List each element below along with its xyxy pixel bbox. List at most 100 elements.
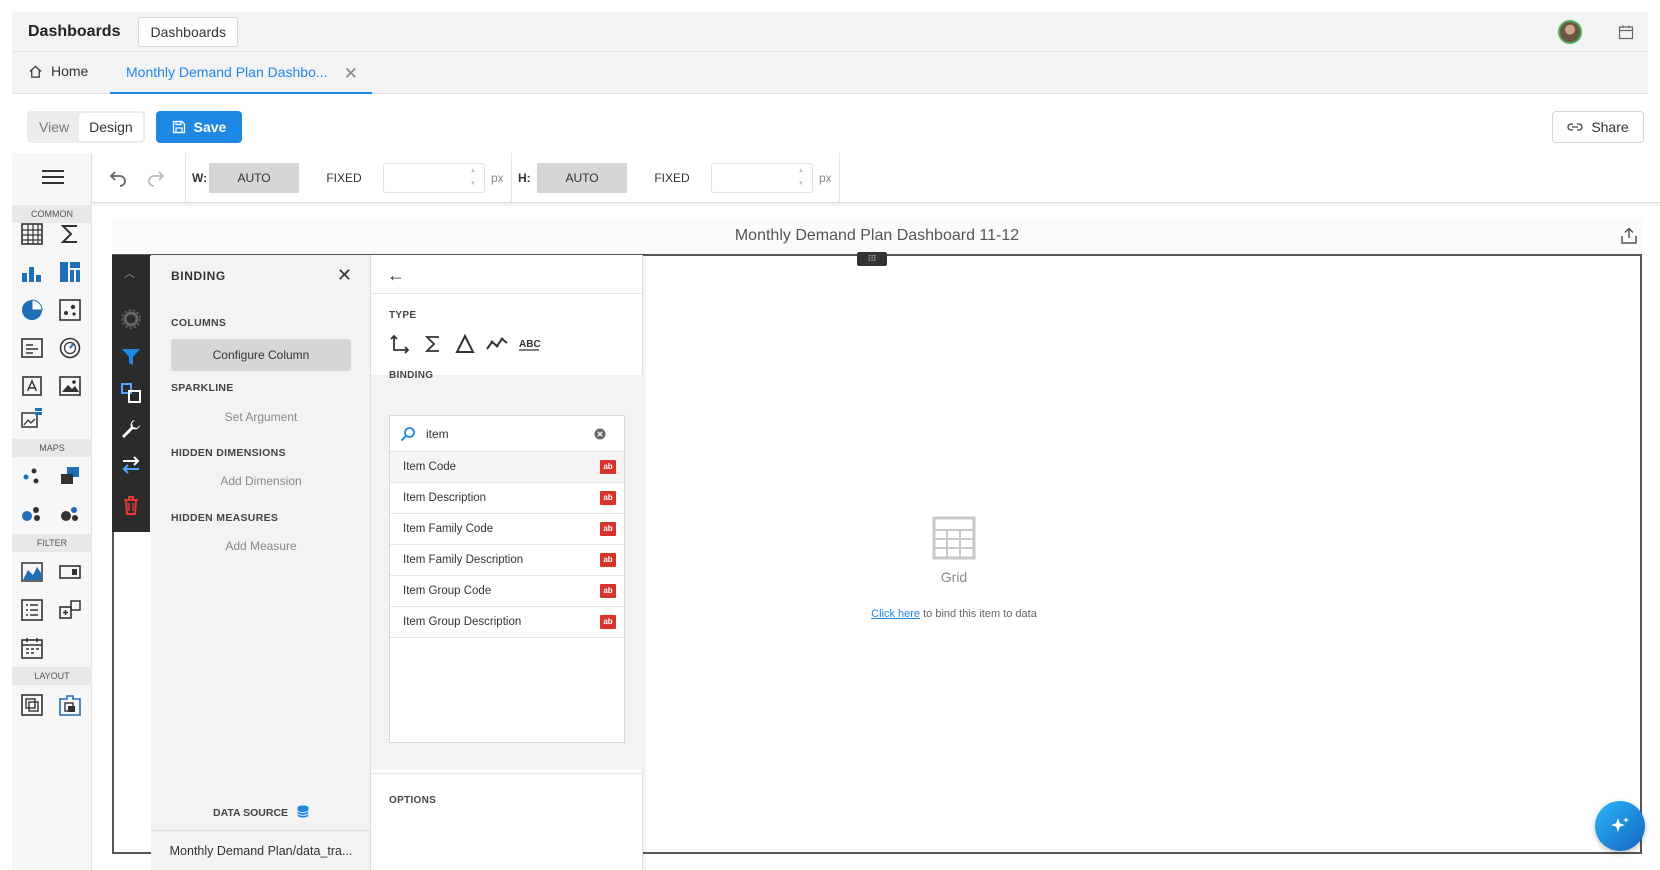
data-source-label-text: DATA SOURCE	[213, 807, 289, 819]
dashboards-button[interactable]: Dashboards	[138, 16, 238, 47]
export-icon[interactable]	[1620, 227, 1638, 245]
clear-search-icon[interactable]	[594, 428, 606, 440]
sparkle-icon	[1611, 817, 1629, 832]
hidden-measures-label: HIDDEN MEASURES	[171, 512, 279, 524]
data-source-value[interactable]: Monthly Demand Plan/data_tra...	[151, 830, 371, 870]
width-auto-button[interactable]: AUTO	[209, 163, 299, 193]
tab-home[interactable]: Home	[28, 63, 88, 79]
back-arrow-icon[interactable]: ←	[387, 265, 405, 286]
sparkline-type-icon[interactable]	[486, 333, 508, 355]
height-unit: px	[819, 171, 832, 185]
tab-container-icon[interactable]	[59, 694, 81, 716]
width-unit: px	[491, 171, 504, 185]
configure-column-button[interactable]: Configure Column	[171, 339, 351, 371]
scatter-chart-icon[interactable]	[59, 299, 81, 321]
field-search-input[interactable]: item	[390, 416, 624, 452]
options-section-label: OPTIONS	[389, 795, 437, 806]
choropleth-map-icon[interactable]	[59, 465, 81, 487]
string-type-icon: ab	[600, 491, 616, 505]
mode-toggle: View Design	[27, 111, 145, 143]
view-mode-button[interactable]: View	[29, 113, 79, 141]
avatar[interactable]	[1558, 20, 1582, 44]
dimension-type-icon[interactable]	[389, 333, 411, 355]
close-icon[interactable]: ✕	[337, 265, 352, 286]
menu-icon[interactable]	[42, 169, 64, 185]
spin-down-icon[interactable]: ▼	[470, 181, 476, 187]
convert-icon[interactable]	[121, 383, 141, 403]
height-value-input[interactable]: ▲ ▼	[711, 163, 813, 193]
height-auto-button[interactable]: AUTO	[537, 163, 627, 193]
set-argument-button[interactable]: Set Argument	[171, 401, 351, 433]
range-filter-icon[interactable]	[21, 561, 43, 583]
field-item[interactable]: Item Group Code ab	[390, 576, 624, 607]
field-item[interactable]: Item Family Code ab	[390, 514, 624, 545]
tree-view-icon[interactable]	[59, 599, 81, 621]
save-label: Save	[193, 119, 227, 135]
spin-up-icon[interactable]: ▲	[798, 168, 804, 174]
bound-image-icon[interactable]	[21, 407, 43, 429]
combo-box-icon[interactable]	[59, 561, 81, 583]
width-fixed-button[interactable]: FIXED	[299, 163, 389, 193]
pie-map-icon[interactable]	[59, 503, 81, 525]
delta-type-icon[interactable]	[454, 333, 476, 355]
chevron-up-icon[interactable]: ︿	[124, 265, 135, 281]
string-type-icon: ab	[600, 584, 616, 598]
add-measure-button[interactable]: Add Measure	[171, 530, 351, 562]
redo-icon[interactable]	[147, 169, 165, 187]
click-here-link[interactable]: Click here	[871, 608, 920, 620]
text-type-icon[interactable]: ABC	[519, 333, 541, 355]
date-filter-icon[interactable]	[21, 637, 43, 659]
geo-point-map-icon[interactable]	[21, 465, 43, 487]
sigma-card-icon[interactable]	[59, 223, 81, 245]
swap-icon[interactable]	[121, 455, 141, 475]
close-tab-icon[interactable]: ✕	[344, 64, 358, 84]
tab-monthly-demand-plan[interactable]: Monthly Demand Plan Dashbo... ✕	[110, 52, 372, 94]
trash-icon[interactable]	[121, 495, 141, 515]
item-toolbox: COMMON MAPS FILTER LAYOUT	[12, 153, 92, 870]
grid-item-icon[interactable]	[21, 223, 43, 245]
drag-handle-icon[interactable]: ⁝⁝⁝	[857, 252, 887, 266]
tab-bar: Home Monthly Demand Plan Dashbo... ✕	[12, 52, 1648, 94]
cards-icon[interactable]	[21, 337, 43, 359]
undo-icon[interactable]	[109, 169, 127, 187]
share-label: Share	[1591, 119, 1629, 135]
binding-panel-title: BINDING	[171, 269, 226, 283]
binding-panel: BINDING ✕ COLUMNS Configure Column SPARK…	[151, 255, 371, 870]
field-item[interactable]: Item Family Description ab	[390, 545, 624, 576]
gauge-icon[interactable]	[59, 337, 81, 359]
pie-chart-icon[interactable]	[21, 299, 43, 321]
string-type-icon: ab	[600, 522, 616, 536]
add-dimension-button[interactable]: Add Dimension	[171, 465, 351, 497]
list-box-icon[interactable]	[21, 599, 43, 621]
wrench-icon[interactable]	[121, 419, 141, 439]
save-button[interactable]: Save	[156, 111, 242, 143]
treemap-icon[interactable]	[59, 261, 81, 283]
field-name: Item Group Description	[403, 616, 522, 628]
design-mode-button[interactable]: Design	[79, 113, 143, 141]
field-item[interactable]: Item Code ab	[390, 452, 624, 483]
ai-assistant-button[interactable]	[1595, 801, 1645, 851]
measure-type-icon[interactable]	[422, 333, 444, 355]
bar-chart-icon[interactable]	[21, 261, 43, 283]
image-icon[interactable]	[59, 375, 81, 397]
dashboard-title[interactable]: Monthly Demand Plan Dashboard 11-12	[112, 218, 1642, 254]
gear-icon[interactable]	[121, 309, 141, 329]
toolbar-divider	[511, 153, 512, 203]
toolbox-section-filter: FILTER	[12, 534, 92, 552]
design-toolbar: W: AUTO FIXED ▲ ▼ px H: AUTO FIXED ▲ ▼ p…	[93, 153, 1660, 203]
group-icon[interactable]	[21, 694, 43, 716]
panel-divider	[371, 293, 643, 294]
filter-icon[interactable]	[121, 347, 141, 367]
spin-down-icon[interactable]: ▼	[798, 181, 804, 187]
share-button[interactable]: Share	[1552, 111, 1644, 143]
field-item[interactable]: Item Description ab	[390, 483, 624, 514]
text-box-icon[interactable]	[21, 375, 43, 397]
height-fixed-button[interactable]: FIXED	[627, 163, 717, 193]
bubble-map-icon[interactable]	[21, 503, 43, 525]
calendar-icon[interactable]	[1618, 24, 1634, 40]
spin-up-icon[interactable]: ▲	[470, 168, 476, 174]
field-item[interactable]: Item Group Description ab	[390, 607, 624, 638]
columns-section-label: COLUMNS	[171, 317, 227, 329]
width-value-input[interactable]: ▲ ▼	[383, 163, 485, 193]
data-source-label: DATA SOURCE	[151, 805, 371, 819]
